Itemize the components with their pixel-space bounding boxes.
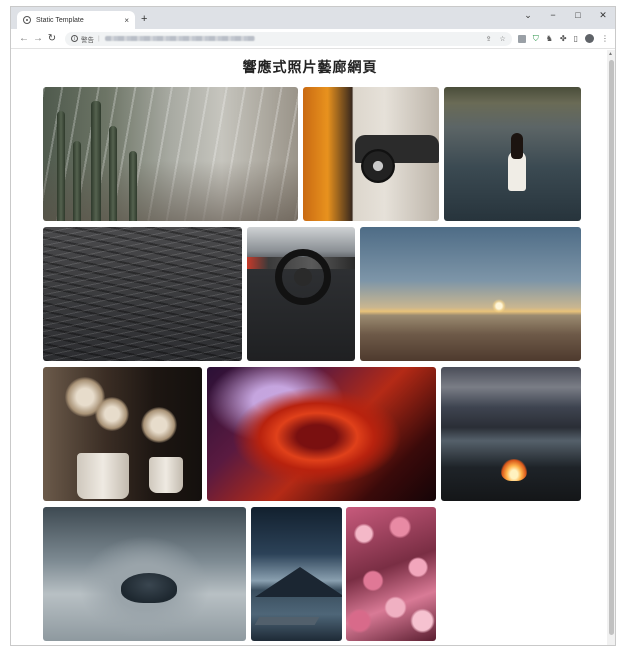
- cactus-shape: [57, 111, 65, 221]
- photo-desert-sunset[interactable]: [360, 227, 581, 361]
- back-arrow-icon[interactable]: ←: [17, 33, 31, 44]
- photo-greenhouse[interactable]: [43, 87, 298, 221]
- reload-icon[interactable]: ↻: [45, 33, 59, 44]
- info-icon[interactable]: i: [71, 35, 78, 42]
- omnibox-actions: ⇪ ☆: [486, 35, 506, 43]
- shield-extension-icon[interactable]: ⛉: [533, 34, 539, 44]
- flame-shape: [501, 459, 527, 481]
- maximize-button[interactable]: □: [572, 10, 584, 21]
- page-scrollbar[interactable]: ▲: [607, 50, 615, 645]
- cactus-shape: [91, 101, 101, 221]
- photo-waves[interactable]: [43, 227, 242, 361]
- photo-abstract-swirl[interactable]: [207, 367, 436, 501]
- omnibox-divider: |: [98, 35, 100, 42]
- island-shape: [121, 573, 177, 603]
- menu-kebab-icon[interactable]: ⋮: [601, 34, 609, 43]
- photo-cloud-island[interactable]: [43, 507, 246, 641]
- mountain-shape: [255, 567, 342, 597]
- vase-shape: [77, 453, 129, 499]
- sun-shape: [492, 299, 506, 313]
- photo-pink-blossoms[interactable]: [346, 507, 436, 641]
- extension-icon[interactable]: [517, 34, 526, 43]
- photo-mountain-dock[interactable]: [251, 507, 342, 641]
- hair-shape: [511, 133, 523, 159]
- tab-static-template[interactable]: Static Template ×: [17, 11, 135, 29]
- tab-strip: Static Template × + ⌄ − □ ✕: [11, 7, 615, 29]
- steering-wheel-shape: [275, 249, 331, 305]
- tab-search-icon[interactable]: ⌄: [522, 10, 534, 21]
- globe-icon: [23, 16, 31, 24]
- photo-steering-wheel[interactable]: [247, 227, 355, 361]
- tab-title: Static Template: [36, 16, 84, 24]
- share-icon[interactable]: ⇪: [486, 35, 492, 43]
- minimize-button[interactable]: −: [547, 10, 559, 21]
- profile-avatar[interactable]: [585, 34, 594, 43]
- side-panel-icon[interactable]: ▯: [574, 34, 578, 43]
- pier-shape: [254, 617, 320, 625]
- cactus-shape: [73, 141, 81, 221]
- photo-sports-car[interactable]: [303, 87, 439, 221]
- extension-icons: ⛉ ♞ ✤ ▯ ⋮: [517, 34, 609, 44]
- scrollbar-thumb[interactable]: [608, 60, 614, 635]
- cactus-shape: [129, 151, 137, 221]
- browser-toolbar: ← → ↻ i 警告 | ⇪ ☆ ⛉ ♞ ✤ ▯ ⋮: [11, 29, 615, 49]
- cactus-shape: [109, 126, 117, 221]
- forward-arrow-icon[interactable]: →: [31, 33, 45, 44]
- address-bar[interactable]: i 警告 | ⇪ ☆: [65, 31, 512, 46]
- close-window-button[interactable]: ✕: [597, 10, 609, 21]
- browser-window: Static Template × + ⌄ − □ ✕ ← → ↻ i 警告 |…: [10, 6, 616, 646]
- window-controls: ⌄ − □ ✕: [522, 10, 609, 21]
- extension-figure-icon[interactable]: ♞: [546, 34, 553, 43]
- flower-shape: [141, 407, 177, 443]
- close-tab-icon[interactable]: ×: [124, 16, 129, 25]
- blurred-url: [104, 36, 255, 41]
- flower-shape: [95, 397, 129, 431]
- car-wheel-shape: [361, 149, 395, 183]
- bookmark-star-icon[interactable]: ☆: [499, 35, 505, 43]
- new-tab-button[interactable]: +: [141, 11, 147, 27]
- page-title: 響應式照片藝廊網頁: [242, 59, 378, 75]
- puzzle-extensions-icon[interactable]: ✤: [560, 34, 567, 43]
- photo-lake-woman[interactable]: [444, 87, 581, 221]
- photo-dried-flowers[interactable]: [43, 367, 202, 501]
- vase-shape: [149, 457, 183, 493]
- security-label: 警告: [81, 36, 94, 44]
- photo-campfire[interactable]: [441, 367, 581, 501]
